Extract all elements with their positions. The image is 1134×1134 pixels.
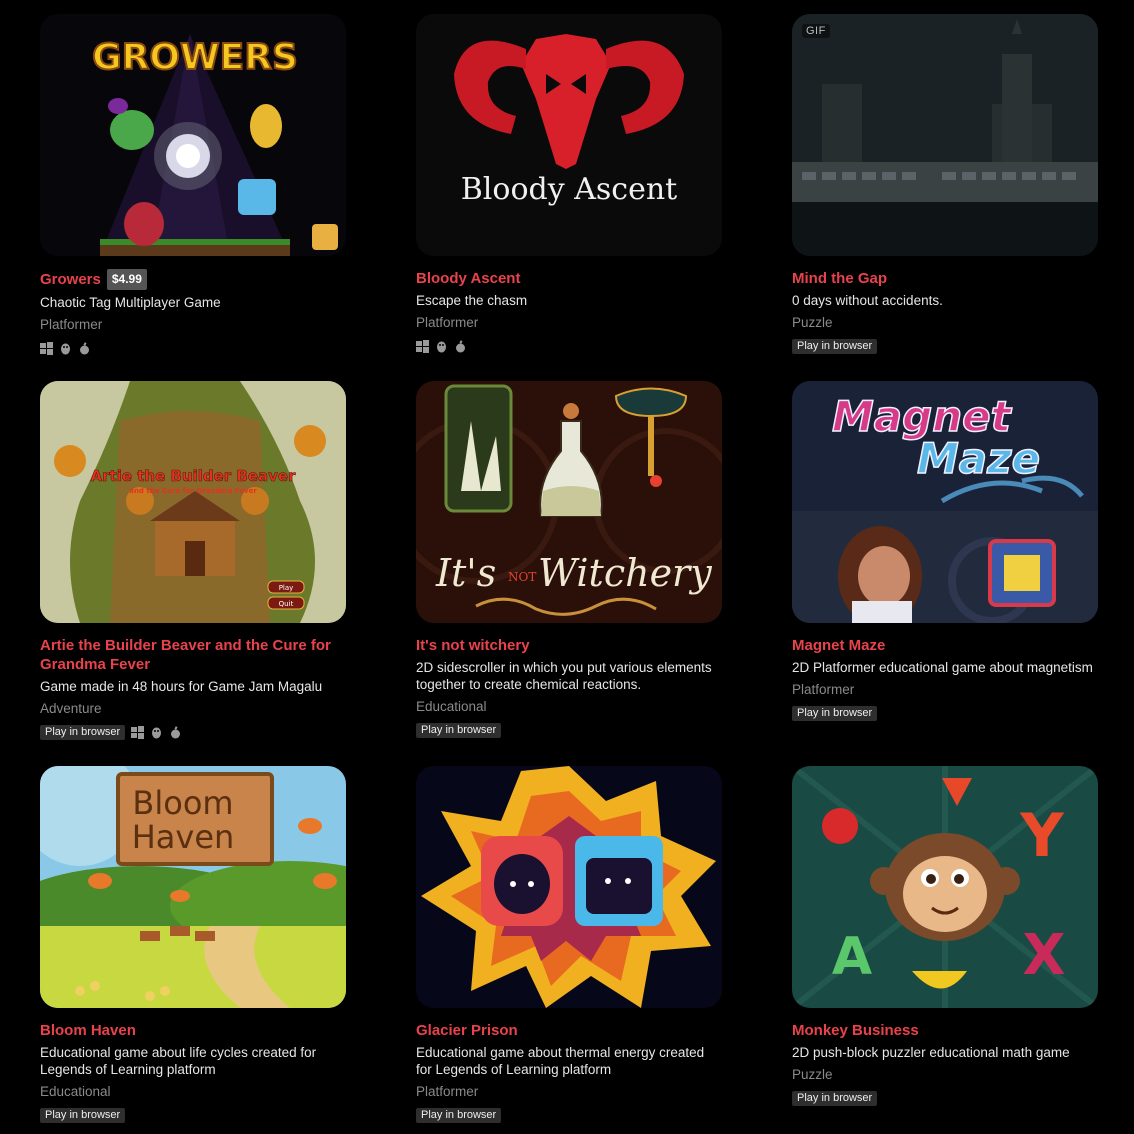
- game-genre: Puzzle: [792, 315, 833, 330]
- game-title-link[interactable]: Growers: [40, 271, 101, 288]
- witchery-cover-art: It's NOT Witchery: [416, 381, 722, 623]
- gif-badge: GIF: [802, 24, 830, 38]
- thumb-letter-a: A: [832, 927, 872, 987]
- thumb-title-witchery: Witchery: [538, 551, 712, 595]
- game-card-glacier-prison: Glacier Prison Educational game about th…: [416, 766, 722, 1123]
- thumb-quit-text: Quit: [279, 600, 294, 608]
- thumb-title-text-2: Haven: [132, 818, 235, 856]
- thumb-title-text: It's: [435, 551, 496, 595]
- game-title-link[interactable]: Glacier Prison: [416, 1022, 518, 1039]
- artie-cover-art: Artie the Builder Beaver and the Cure fo…: [40, 381, 346, 623]
- game-card-bloody-ascent: Bloody Ascent Bloody Ascent Escape the c…: [416, 14, 722, 354]
- platform-list: Play in browser: [792, 338, 1098, 354]
- game-genre: Platformer: [416, 1084, 479, 1099]
- game-description: Educational game about life cycles creat…: [40, 1045, 317, 1077]
- game-description: Escape the chasm: [416, 293, 528, 308]
- game-title-link[interactable]: Bloody Ascent: [416, 270, 520, 287]
- windows-icon: [131, 725, 145, 739]
- platform-list: Play in browser: [416, 722, 722, 738]
- game-thumbnail[interactable]: Y A X: [792, 766, 1098, 1008]
- game-genre: Platformer: [416, 315, 479, 330]
- thumb-title-text: Bloom: [132, 784, 233, 822]
- apple-icon: [169, 725, 182, 739]
- game-card-bloom-haven: Bloom Haven Bloom Haven Educational game…: [40, 766, 346, 1123]
- game-description: Chaotic Tag Multiplayer Game: [40, 295, 221, 310]
- game-genre: Platformer: [40, 317, 103, 332]
- game-card-magnet-maze: Magnet Maze Magnet Maze 2D Platformer ed…: [792, 381, 1098, 721]
- game-genre: Adventure: [40, 701, 102, 716]
- game-thumbnail[interactable]: GIF: [792, 14, 1098, 256]
- game-description: Educational game about thermal energy cr…: [416, 1045, 705, 1077]
- play-in-browser-badge[interactable]: Play in browser: [792, 338, 878, 354]
- thumb-title-text: GROWERS: [92, 37, 298, 78]
- thumb-letter-x: X: [1022, 923, 1065, 988]
- game-thumbnail[interactable]: Artie the Builder Beaver and the Cure fo…: [40, 381, 346, 623]
- platform-list: Play in browser: [792, 1090, 1098, 1106]
- linux-icon: [59, 342, 72, 355]
- platform-list: [416, 338, 722, 354]
- game-thumbnail[interactable]: [416, 766, 722, 1008]
- game-card-monkey-business: Y A X Monkey Business 2D push-block puzz…: [792, 766, 1098, 1106]
- game-card-mind-the-gap: GIF Mind the Gap 0 days without accident…: [792, 14, 1098, 354]
- thumb-title-text: Bloody Ascent: [461, 172, 677, 207]
- game-genre: Educational: [416, 699, 487, 714]
- platform-list: Play in browser: [40, 724, 346, 740]
- game-description: 2D Platformer educational game about mag…: [792, 660, 1093, 675]
- play-in-browser-badge[interactable]: Play in browser: [792, 705, 878, 721]
- game-title-link[interactable]: Artie the Builder Beaver and the Cure fo…: [40, 637, 331, 673]
- game-genre: Puzzle: [792, 1067, 833, 1082]
- thumb-subtitle-text: and the Cure for Grandma Fever: [129, 487, 257, 495]
- game-title-link[interactable]: Monkey Business: [792, 1022, 919, 1039]
- play-in-browser-badge[interactable]: Play in browser: [416, 722, 502, 738]
- game-description: 2D push-block puzzler educational math g…: [792, 1045, 1070, 1060]
- mind-the-gap-cover-art: [792, 14, 1098, 256]
- play-in-browser-badge[interactable]: Play in browser: [40, 1107, 126, 1123]
- game-description: 2D sidescroller in which you put various…: [416, 660, 712, 692]
- game-title-link[interactable]: It's not witchery: [416, 637, 530, 654]
- game-thumbnail[interactable]: Bloom Haven: [40, 766, 346, 1008]
- price-badge: $4.99: [106, 269, 147, 290]
- apple-icon: [78, 341, 91, 355]
- game-genre: Platformer: [792, 682, 855, 697]
- play-in-browser-badge[interactable]: Play in browser: [416, 1107, 502, 1123]
- game-thumbnail[interactable]: It's NOT Witchery: [416, 381, 722, 623]
- linux-icon: [435, 340, 448, 353]
- game-card-artie: Artie the Builder Beaver and the Cure fo…: [40, 381, 346, 740]
- thumb-play-text: Play: [279, 584, 294, 592]
- magnet-maze-cover-art: Magnet Maze: [792, 381, 1098, 623]
- game-description: Game made in 48 hours for Game Jam Magal…: [40, 679, 323, 694]
- platform-list: Play in browser: [792, 705, 1098, 721]
- play-in-browser-badge[interactable]: Play in browser: [792, 1090, 878, 1106]
- thumb-letter-y: Y: [1019, 801, 1065, 871]
- game-title-link[interactable]: Bloom Haven: [40, 1022, 136, 1039]
- monkey-business-cover-art: Y A X: [792, 766, 1098, 1008]
- game-title-link[interactable]: Mind the Gap: [792, 270, 887, 287]
- game-card-its-not-witchery: It's NOT Witchery It's not witchery 2D s…: [416, 381, 722, 738]
- game-thumbnail[interactable]: Magnet Maze: [792, 381, 1098, 623]
- game-thumbnail[interactable]: GROWERS: [40, 14, 346, 256]
- windows-icon: [416, 339, 429, 353]
- game-thumbnail[interactable]: Bloody Ascent: [416, 14, 722, 256]
- thumb-title-text-2: Maze: [917, 434, 1040, 483]
- thumb-title-not: NOT: [508, 570, 536, 584]
- thumb-title-text: Artie the Builder Beaver: [91, 467, 297, 485]
- growers-cover-art: GROWERS: [40, 14, 346, 256]
- bloody-ascent-cover-art: Bloody Ascent: [416, 14, 722, 256]
- glacier-prison-cover-art: [416, 766, 722, 1008]
- game-title-link[interactable]: Magnet Maze: [792, 637, 885, 654]
- platform-list: Play in browser: [416, 1107, 722, 1123]
- platform-list: Play in browser: [40, 1107, 346, 1123]
- game-card-growers: GROWERS Growers $4.99 Chaotic Tag Multipl…: [40, 14, 346, 356]
- linux-icon: [150, 726, 163, 739]
- apple-icon: [454, 339, 467, 353]
- game-description: 0 days without accidents.: [792, 293, 943, 308]
- bloom-haven-cover-art: Bloom Haven: [40, 766, 346, 1008]
- windows-icon: [40, 341, 53, 355]
- game-genre: Educational: [40, 1084, 111, 1099]
- platform-list: [40, 340, 346, 356]
- play-in-browser-badge[interactable]: Play in browser: [40, 724, 126, 740]
